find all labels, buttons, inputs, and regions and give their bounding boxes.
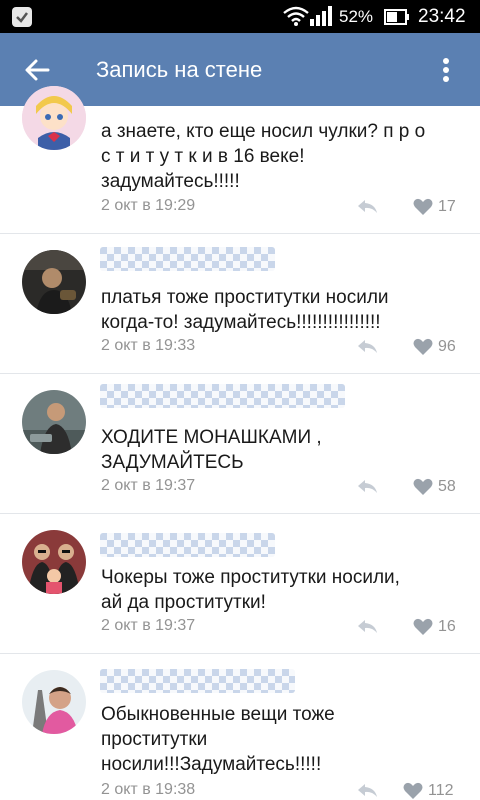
heart-icon[interactable] (413, 478, 433, 496)
wifi-icon (283, 6, 309, 26)
author-name-redacted[interactable] (100, 669, 295, 693)
comment-text: Чокеры тоже проститутки носили, ай да пр… (101, 567, 400, 613)
comment-date: 2 окт в 19:38 (101, 781, 196, 798)
author-name-redacted[interactable] (100, 533, 275, 557)
comment-date: 2 окт в 19:33 (101, 337, 196, 354)
like-count: 16 (438, 618, 456, 635)
more-vert-icon[interactable] (442, 57, 450, 83)
clock: 23:42 (418, 6, 466, 27)
author-name-redacted[interactable] (100, 384, 345, 408)
comment-date: 2 окт в 19:37 (101, 617, 196, 634)
like-count: 96 (438, 338, 456, 355)
comment-text: ХОДИТЕ МОНАШКАМИ , ЗАДУМАЙТЕСЬ (101, 427, 322, 473)
comment-text: а знаете, кто еще носил чулки? п р о с т… (101, 121, 426, 192)
page-title: Запись на стене (96, 57, 263, 82)
comment-item: Обыкновенные вещи тоже проститутки носил… (0, 654, 480, 800)
comment-item: Чокеры тоже проститутки носили, ай да пр… (0, 514, 480, 654)
avatar[interactable] (22, 530, 86, 594)
heart-icon[interactable] (403, 782, 423, 800)
heart-icon[interactable] (413, 198, 433, 216)
like-count: 17 (438, 198, 456, 215)
avatar[interactable] (22, 390, 86, 454)
like-count: 58 (438, 478, 456, 495)
reply-icon[interactable] (356, 618, 378, 634)
comment-date: 2 окт в 19:29 (101, 197, 196, 214)
battery-percentage: 52% (339, 7, 374, 26)
reply-icon[interactable] (356, 338, 378, 354)
heart-icon[interactable] (413, 338, 433, 356)
arrow-left-icon[interactable] (24, 57, 50, 83)
comment-text: платья тоже проститутки носили когда-то!… (101, 287, 389, 333)
battery-icon (384, 9, 409, 25)
comment-date: 2 окт в 19:37 (101, 477, 196, 494)
like-count: 112 (428, 782, 454, 799)
avatar[interactable] (22, 86, 86, 150)
reply-icon[interactable] (356, 478, 378, 494)
avatar[interactable] (22, 670, 86, 734)
comment-item: ХОДИТЕ МОНАШКАМИ , ЗАДУМАЙТЕСЬ 2 окт в 1… (0, 374, 480, 514)
avatar[interactable] (22, 250, 86, 314)
heart-icon[interactable] (413, 618, 433, 636)
comment-item: платья тоже проститутки носили когда-то!… (0, 234, 480, 374)
comment-item: а знаете, кто еще носил чулки? п р о с т… (0, 86, 480, 234)
author-name-redacted[interactable] (100, 247, 275, 271)
reply-icon[interactable] (356, 782, 378, 798)
status-bar: 52% 23:42 (0, 0, 480, 33)
vk-app-icon (12, 7, 32, 27)
signal-icon (310, 6, 332, 26)
reply-icon[interactable] (356, 198, 378, 214)
comment-text: Обыкновенные вещи тоже проститутки носил… (101, 704, 335, 775)
